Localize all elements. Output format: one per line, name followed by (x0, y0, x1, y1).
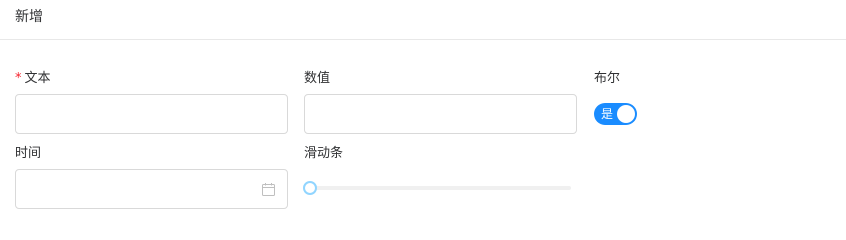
time-field-wrapper (15, 169, 288, 209)
text-field-label-text: 文本 (24, 71, 51, 86)
number-field-wrapper (304, 94, 577, 134)
time-field-label: 时间 (15, 146, 42, 161)
boolean-switch[interactable]: 是 (594, 103, 637, 125)
switch-knob (617, 105, 635, 123)
text-field-wrapper (15, 94, 288, 134)
slider-track[interactable] (310, 186, 571, 190)
page-title: 新增 (15, 9, 43, 25)
text-field-label: * 文本 (15, 67, 51, 86)
slider-field-label: 滑动条 (304, 146, 344, 161)
number-field-input[interactable] (305, 95, 576, 133)
time-field-input[interactable] (16, 170, 287, 208)
number-field-label: 数值 (304, 71, 331, 86)
boolean-field-label: 布尔 (594, 71, 621, 86)
slider-handle[interactable] (303, 181, 317, 195)
required-star: * (15, 71, 22, 86)
dialog-header: 新增 (0, 0, 846, 40)
switch-on-text: 是 (601, 107, 614, 121)
calendar-icon[interactable] (262, 183, 275, 196)
text-field-input[interactable] (16, 95, 287, 133)
